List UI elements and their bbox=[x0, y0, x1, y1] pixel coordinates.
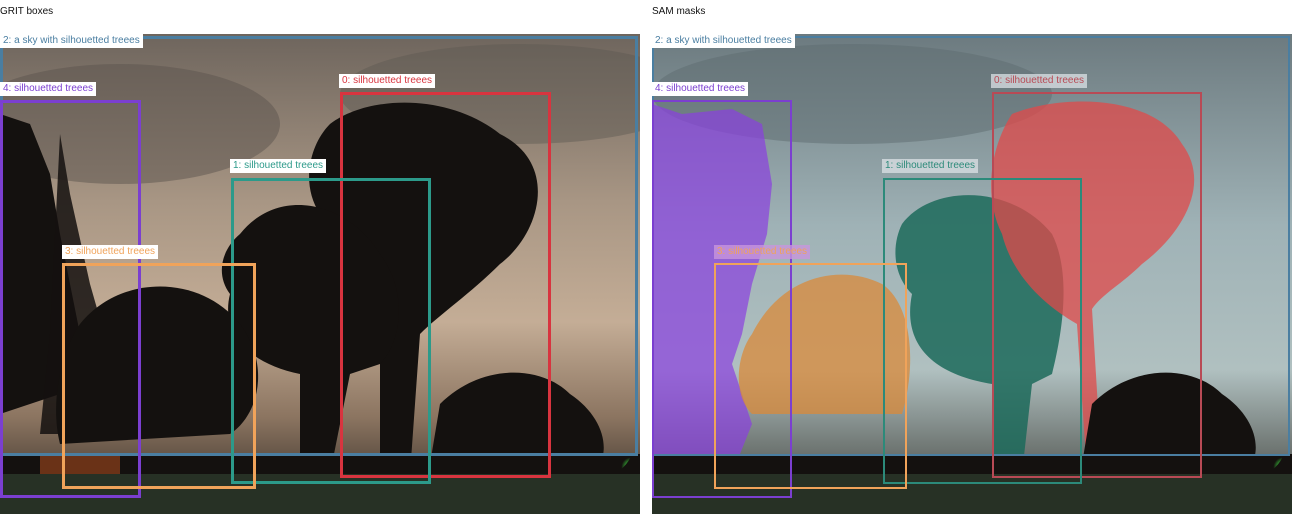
mask-box-3-tree bbox=[714, 263, 907, 489]
box-3-label: 3: silhouetted treees bbox=[62, 245, 159, 259]
mask-box-0-label: 0: silhouetted treees bbox=[991, 74, 1088, 88]
mask-box-1-tree bbox=[883, 178, 1082, 484]
left-panel-title: GRIT boxes bbox=[0, 6, 54, 17]
mask-box-1-label: 1: silhouetted treees bbox=[882, 159, 979, 173]
box-0-label: 0: silhouetted treees bbox=[339, 74, 436, 88]
box-1-tree bbox=[231, 178, 431, 484]
box-2-label: 2: a sky with silhouetted treees bbox=[0, 34, 143, 48]
mask-box-2-label: 2: a sky with silhouetted treees bbox=[652, 34, 795, 48]
grit-boxes-panel: 2: a sky with silhouetted treees 4: silh… bbox=[0, 34, 640, 514]
mask-box-3-label: 3: silhouetted treees bbox=[714, 245, 811, 259]
sam-masks-panel: 2: a sky with silhouetted treees 4: silh… bbox=[652, 34, 1292, 514]
right-panel-title: SAM masks bbox=[652, 6, 706, 17]
box-4-label: 4: silhouetted treees bbox=[0, 82, 97, 96]
box-1-label: 1: silhouetted treees bbox=[230, 159, 327, 173]
box-3-tree bbox=[62, 263, 256, 489]
mask-box-4-label: 4: silhouetted treees bbox=[652, 82, 749, 96]
